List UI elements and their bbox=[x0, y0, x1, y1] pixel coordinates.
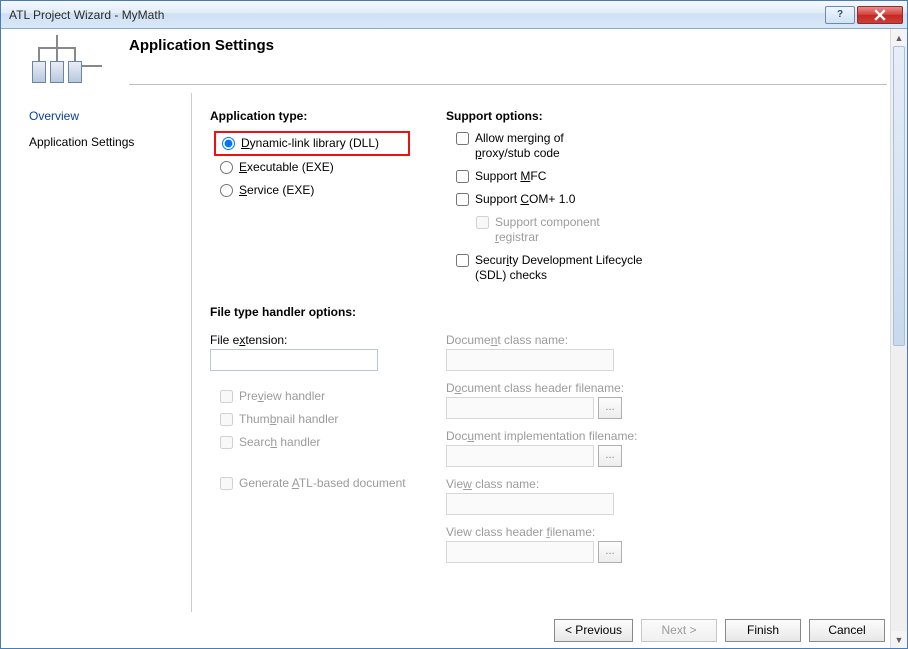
check-support-complus-label: Support COM+ 1.0 bbox=[475, 192, 575, 207]
check-generate-atl-doc-input bbox=[220, 477, 233, 490]
scrollbar-thumb[interactable] bbox=[893, 46, 905, 346]
wizard-body: Overview Application Settings Applicatio… bbox=[1, 93, 907, 612]
file-handler-heading: File type handler options: bbox=[210, 305, 867, 319]
check-thumbnail-handler-label: Thumbnail handler bbox=[239, 412, 338, 427]
header-title-wrap: Application Settings bbox=[129, 35, 887, 85]
doc-impl-filename-label: Document implementation filename: bbox=[446, 429, 666, 443]
radio-dll[interactable]: Dynamic-link library (DLL) bbox=[222, 136, 400, 151]
check-merge-proxy-stub-label: Allow merging of proxy/stub code bbox=[475, 131, 564, 161]
radio-service-label: Service (EXE) bbox=[239, 183, 314, 198]
support-options-heading: Support options: bbox=[446, 109, 666, 123]
radio-service[interactable]: Service (EXE) bbox=[220, 183, 410, 198]
close-button[interactable] bbox=[857, 6, 903, 24]
check-preview-handler-label: Preview handler bbox=[239, 389, 325, 404]
previous-button[interactable]: < Previous bbox=[554, 619, 633, 642]
title-bar: ATL Project Wizard - MyMath ? bbox=[1, 1, 907, 29]
check-sdl[interactable]: Security Development Lifecycle (SDL) che… bbox=[456, 253, 666, 283]
check-component-registrar-label: Support component registrar bbox=[495, 215, 600, 245]
file-extension-input[interactable] bbox=[210, 349, 378, 371]
scrollbar-up-arrow-icon[interactable]: ▲ bbox=[891, 29, 907, 46]
cancel-button[interactable]: Cancel bbox=[809, 619, 885, 642]
sidebar-item-application-settings[interactable]: Application Settings bbox=[1, 129, 191, 155]
scrollbar-down-arrow-icon[interactable]: ▼ bbox=[891, 631, 907, 648]
check-search-handler: Search handler bbox=[220, 435, 410, 450]
doc-header-browse-button: ... bbox=[598, 397, 622, 419]
radio-dll-label: Dynamic-link library (DLL) bbox=[241, 136, 379, 151]
check-support-complus-input[interactable] bbox=[456, 193, 469, 206]
check-component-registrar-input bbox=[476, 216, 489, 229]
wizard-footer: < Previous Next > Finish Cancel bbox=[1, 612, 907, 648]
check-sdl-input[interactable] bbox=[456, 254, 469, 267]
check-support-mfc-label: Support MFC bbox=[475, 169, 546, 184]
check-sdl-label: Security Development Lifecycle (SDL) che… bbox=[475, 253, 666, 283]
check-support-mfc[interactable]: Support MFC bbox=[456, 169, 666, 184]
wizard-header: Application Settings bbox=[1, 29, 907, 93]
highlighted-dll-option: Dynamic-link library (DLL) bbox=[214, 131, 410, 156]
doc-header-filename-label: Document class header filename: bbox=[446, 381, 666, 395]
check-search-handler-label: Search handler bbox=[239, 435, 320, 450]
check-generate-atl-doc-label: Generate ATL-based document bbox=[239, 476, 406, 491]
check-thumbnail-handler: Thumbnail handler bbox=[220, 412, 410, 427]
wizard-content: Application type: Dynamic-link library (… bbox=[192, 93, 907, 612]
close-icon bbox=[874, 9, 886, 21]
check-merge-proxy-stub-input[interactable] bbox=[456, 132, 469, 145]
check-thumbnail-handler-input bbox=[220, 413, 233, 426]
check-support-mfc-input[interactable] bbox=[456, 170, 469, 183]
check-preview-handler: Preview handler bbox=[220, 389, 410, 404]
view-header-filename-input bbox=[446, 541, 594, 563]
check-support-complus[interactable]: Support COM+ 1.0 bbox=[456, 192, 666, 207]
help-button[interactable]: ? bbox=[825, 6, 855, 24]
page-title: Application Settings bbox=[129, 37, 887, 56]
doc-header-filename-input bbox=[446, 397, 594, 419]
radio-service-input[interactable] bbox=[220, 184, 233, 197]
application-type-group: Application type: Dynamic-link library (… bbox=[210, 103, 410, 291]
wizard-icon bbox=[18, 35, 108, 91]
vertical-scrollbar[interactable]: ▲ ▼ bbox=[890, 29, 907, 648]
file-extension-label: File extension: bbox=[210, 333, 410, 347]
check-preview-handler-input bbox=[220, 390, 233, 403]
radio-exe-label: Executable (EXE) bbox=[239, 160, 334, 175]
support-options-group: Support options: Allow merging of proxy/… bbox=[446, 103, 666, 291]
application-type-heading: Application type: bbox=[210, 109, 410, 123]
doc-class-name-label: Document class name: bbox=[446, 333, 666, 347]
radio-dll-input[interactable] bbox=[222, 137, 235, 150]
wizard-sidebar: Overview Application Settings bbox=[1, 93, 191, 612]
radio-exe-input[interactable] bbox=[220, 161, 233, 174]
doc-impl-filename-input bbox=[446, 445, 594, 467]
view-class-name-input bbox=[446, 493, 614, 515]
window-title: ATL Project Wizard - MyMath bbox=[9, 8, 823, 22]
wizard-icon-area bbox=[13, 35, 113, 91]
next-button: Next > bbox=[641, 619, 717, 642]
check-search-handler-input bbox=[220, 436, 233, 449]
sidebar-item-overview[interactable]: Overview bbox=[1, 103, 191, 129]
file-handler-left: File extension: Preview handler Thumbnai… bbox=[210, 327, 410, 563]
file-handler-right: Document class name: Document class head… bbox=[446, 327, 666, 563]
check-generate-atl-doc: Generate ATL-based document bbox=[220, 476, 410, 491]
doc-impl-browse-button: ... bbox=[598, 445, 622, 467]
radio-exe[interactable]: Executable (EXE) bbox=[220, 160, 410, 175]
view-header-filename-label: View class header filename: bbox=[446, 525, 666, 539]
doc-class-name-input bbox=[446, 349, 614, 371]
view-class-name-label: View class name: bbox=[446, 477, 666, 491]
view-header-browse-button: ... bbox=[598, 541, 622, 563]
finish-button[interactable]: Finish bbox=[725, 619, 801, 642]
check-component-registrar: Support component registrar bbox=[476, 215, 666, 245]
check-merge-proxy-stub[interactable]: Allow merging of proxy/stub code bbox=[456, 131, 666, 161]
